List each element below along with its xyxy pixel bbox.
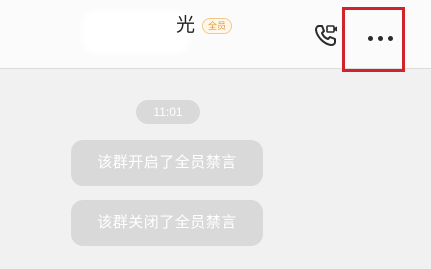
system-message: 该群关闭了全员禁言: [71, 200, 263, 246]
chat-header: 光 全员: [0, 0, 431, 72]
timestamp: 11:01: [136, 100, 200, 124]
video-call-icon[interactable]: [313, 22, 339, 48]
more-dots-icon: [368, 36, 393, 41]
chat-screen: 光 全员 11:01 该群开启了全员禁言 该群关闭了全员禁言: [0, 0, 431, 269]
member-badge: 全员: [202, 18, 233, 34]
more-button[interactable]: [342, 7, 405, 72]
system-message: 该群开启了全员禁言: [71, 140, 263, 186]
redacted-title: [86, 14, 186, 50]
chat-title: 光: [176, 15, 196, 36]
